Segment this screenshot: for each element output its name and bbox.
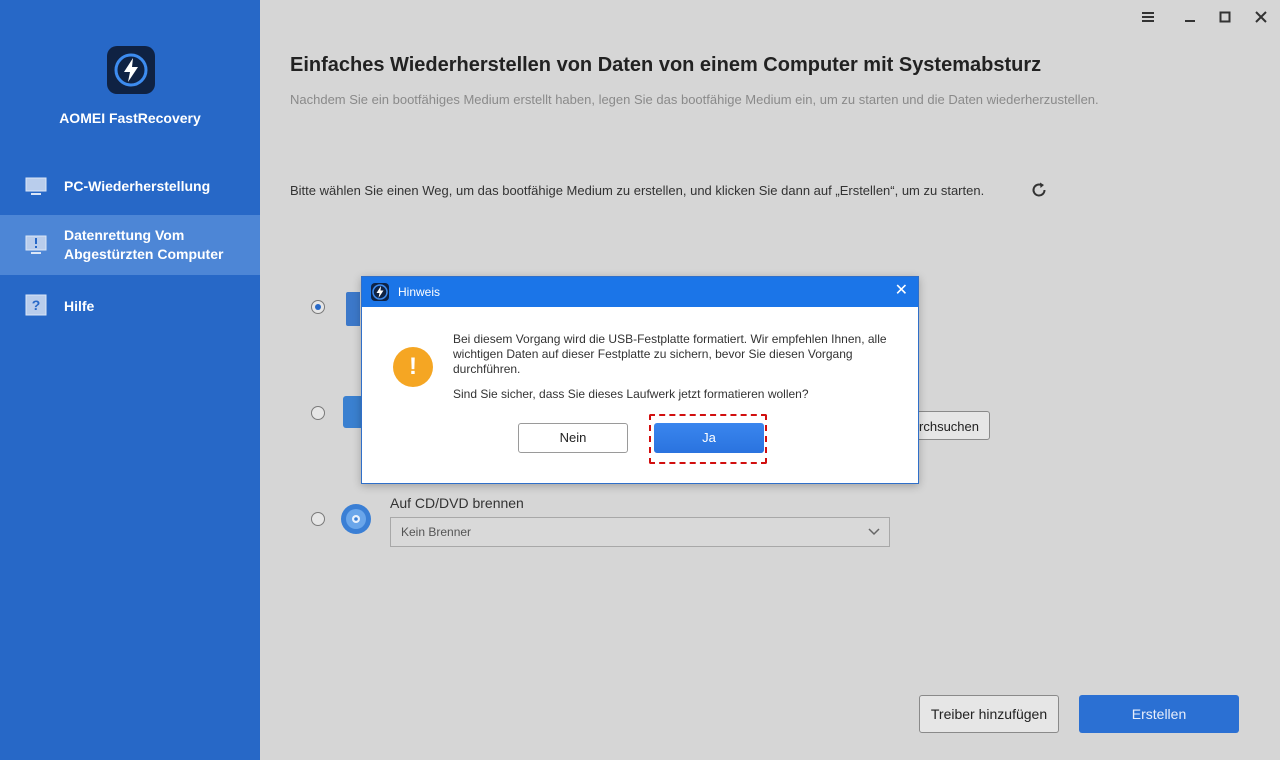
- maximize-icon[interactable]: [1213, 6, 1237, 28]
- page-title: Einfaches Wiederherstellen von Daten von…: [290, 54, 1042, 76]
- sidebar-item-label-line2: Abgestürzten Computer: [64, 246, 224, 262]
- cd-dvd-option-label: Auf CD/DVD brennen: [390, 495, 524, 511]
- monitor-icon: [25, 177, 47, 195]
- cd-dvd-icon: [341, 504, 371, 534]
- app-title: AOMEI FastRecovery: [59, 110, 201, 126]
- dialog-question: Sind Sie sicher, dass Sie dieses Laufwer…: [453, 387, 809, 401]
- dialog-message: Bei diesem Vorgang wird die USB-Festplat…: [453, 332, 887, 376]
- dialog-close-icon[interactable]: ✕: [895, 282, 908, 300]
- yes-button[interactable]: Ja: [654, 423, 764, 453]
- app-logo: [107, 46, 155, 94]
- sidebar-item-help[interactable]: ? Hilfe: [0, 286, 260, 326]
- svg-text:?: ?: [32, 297, 41, 313]
- help-icon: ?: [25, 294, 47, 316]
- no-button[interactable]: Nein: [518, 423, 628, 453]
- create-button[interactable]: Erstellen: [1079, 695, 1239, 733]
- refresh-icon[interactable]: [1030, 181, 1048, 199]
- option-radio-1[interactable]: [311, 300, 325, 314]
- chevron-down-icon: [868, 528, 880, 536]
- warning-icon: !: [393, 347, 433, 387]
- page-subtitle: Nachdem Sie ein bootfähiges Medium erste…: [290, 92, 1099, 107]
- menu-icon[interactable]: [1136, 6, 1160, 28]
- minimize-icon[interactable]: [1178, 6, 1202, 28]
- sidebar-item-label: PC-Wiederherstellung: [64, 178, 211, 194]
- option-radio-cd-dvd[interactable]: [311, 512, 325, 526]
- lightning-logo-icon: [114, 53, 148, 87]
- browse-button[interactable]: urchsuchen: [908, 411, 990, 440]
- option-radio-2[interactable]: [311, 406, 325, 420]
- dialog-titlebar: Hinweis ✕: [362, 277, 918, 307]
- close-icon[interactable]: [1249, 6, 1273, 28]
- dialog-app-icon: [371, 283, 389, 301]
- crashed-monitor-icon: [25, 235, 47, 254]
- usb-drive-icon: [346, 292, 360, 326]
- burner-select-value: Kein Brenner: [401, 525, 472, 539]
- instruction-text: Bitte wählen Sie einen Weg, um das bootf…: [290, 183, 985, 198]
- sidebar: AOMEI FastRecovery PC-Wiederherstellung …: [0, 0, 260, 760]
- iso-file-icon: [343, 396, 361, 428]
- sidebar-item-pc-recovery[interactable]: PC-Wiederherstellung: [0, 166, 260, 206]
- add-driver-button[interactable]: Treiber hinzufügen: [919, 695, 1059, 733]
- confirm-dialog: Hinweis ✕ ! Bei diesem Vorgang wird die …: [361, 276, 919, 484]
- sidebar-item-data-rescue[interactable]: Datenrettung Vom Abgestürzten Computer: [0, 215, 260, 275]
- sidebar-item-label: Datenrettung Vom Abgestürzten Computer: [64, 226, 223, 264]
- sidebar-item-label: Hilfe: [64, 298, 95, 314]
- dialog-title: Hinweis: [398, 285, 441, 299]
- sidebar-item-label-line1: Datenrettung Vom: [64, 227, 185, 243]
- burner-select[interactable]: Kein Brenner: [390, 517, 890, 547]
